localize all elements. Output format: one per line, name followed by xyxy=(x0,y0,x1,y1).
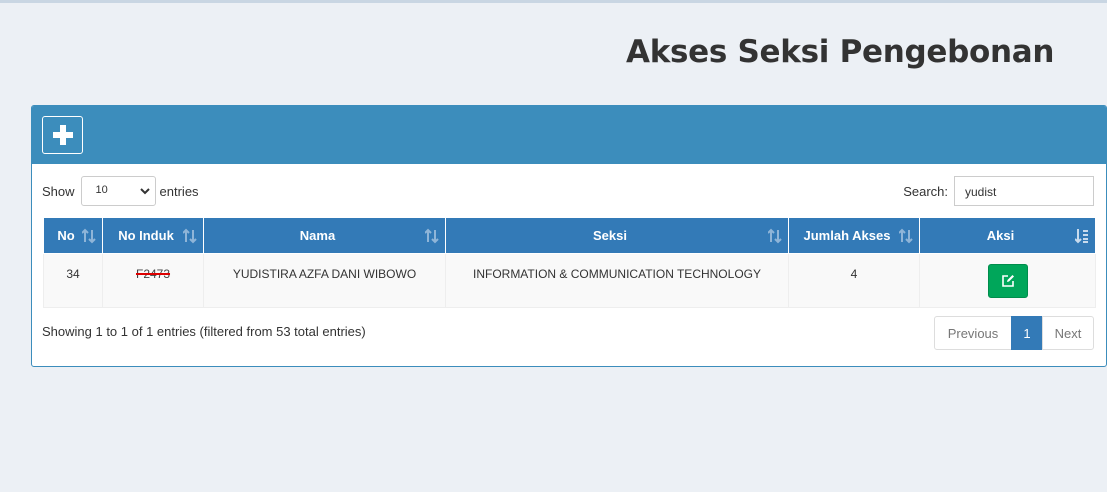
data-table: No No Induk Nama Seksi Jumlah Akses Aksi… xyxy=(43,217,1096,308)
no-induk-value: F2473 xyxy=(135,267,171,281)
previous-button[interactable]: Previous xyxy=(934,316,1012,350)
page-size-select[interactable]: 10 xyxy=(80,176,156,206)
page-1-button[interactable]: 1 xyxy=(1011,316,1043,350)
column-header-aksi[interactable]: Aksi xyxy=(919,217,1096,254)
sort-icon xyxy=(899,228,913,244)
column-header-seksi[interactable]: Seksi xyxy=(445,217,789,254)
search-control: Search: yudist xyxy=(903,176,1094,206)
sort-icon xyxy=(425,228,439,244)
cell-jumlah-akses: 4 xyxy=(788,253,920,308)
main-panel: Show 10 entries Search: yudist No No Ind… xyxy=(31,105,1107,367)
search-input[interactable]: yudist xyxy=(954,176,1094,206)
sort-icon xyxy=(768,228,782,244)
column-header-no-induk[interactable]: No Induk xyxy=(102,217,204,254)
cell-nama: YUDISTIRA AZFA DANI WIBOWO xyxy=(203,253,446,308)
show-label: Show xyxy=(42,183,75,199)
chevron-down-icon xyxy=(139,188,150,195)
page-size-value: 10 xyxy=(95,184,108,196)
edit-icon xyxy=(1001,275,1014,287)
column-header-jumlah-akses[interactable]: Jumlah Akses xyxy=(788,217,920,254)
sort-desc-icon xyxy=(1075,229,1088,244)
cell-no-induk: F2473 xyxy=(102,253,204,308)
search-label: Search: xyxy=(903,183,948,199)
edit-button[interactable] xyxy=(987,264,1028,298)
table-row: 34 F2473 YUDISTIRA AZFA DANI WIBOWO INFO… xyxy=(43,253,1096,308)
pagination: Previous 1 Next xyxy=(934,316,1094,350)
top-bar xyxy=(0,0,1107,3)
panel-header xyxy=(32,106,1106,164)
entries-label: entries xyxy=(159,183,199,199)
column-header-nama[interactable]: Nama xyxy=(203,217,446,254)
cell-no: 34 xyxy=(43,253,103,308)
cell-seksi: INFORMATION & COMMUNICATION TECHNOLOGY xyxy=(445,253,789,308)
page-size-control: Show 10 entries xyxy=(42,176,199,206)
next-button[interactable]: Next xyxy=(1042,316,1094,350)
sort-icon xyxy=(82,228,96,244)
column-header-no[interactable]: No xyxy=(43,217,103,254)
add-button[interactable] xyxy=(42,116,83,154)
page-title: Akses Seksi Pengebonan xyxy=(626,34,1055,70)
table-info: Showing 1 to 1 of 1 entries (filtered fr… xyxy=(42,324,366,339)
sort-icon xyxy=(183,228,197,244)
plus-icon xyxy=(52,125,73,145)
table-header-row: No No Induk Nama Seksi Jumlah Akses Aksi xyxy=(43,217,1096,254)
cell-aksi xyxy=(919,253,1096,308)
